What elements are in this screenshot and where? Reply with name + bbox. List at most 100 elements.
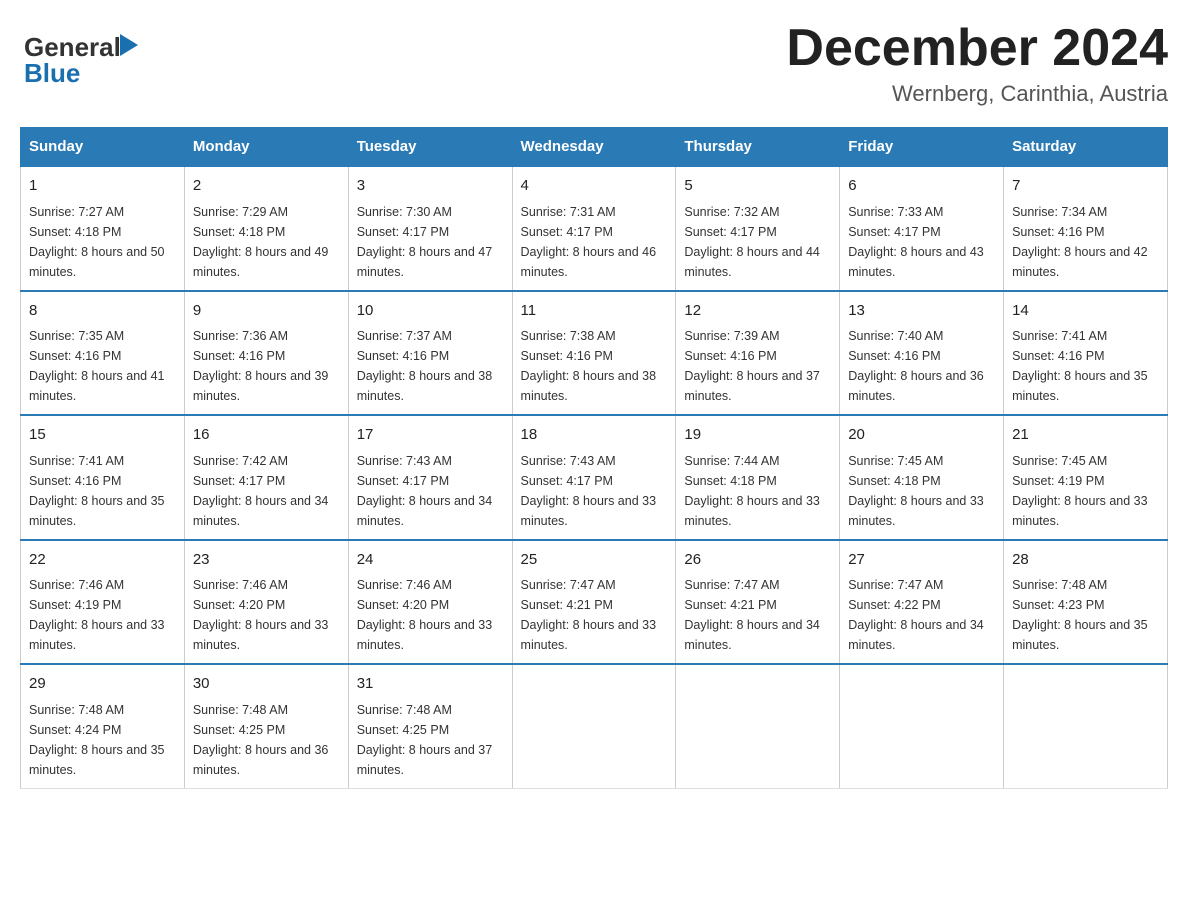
day-number: 13 xyxy=(848,300,995,323)
calendar-day-cell: 27 Sunrise: 7:47 AMSunset: 4:22 PMDaylig… xyxy=(840,540,1004,665)
day-number: 5 xyxy=(684,175,831,198)
day-info: Sunrise: 7:46 AMSunset: 4:20 PMDaylight:… xyxy=(193,578,329,652)
calendar-week-row: 29 Sunrise: 7:48 AMSunset: 4:24 PMDaylig… xyxy=(21,664,1168,788)
month-title: December 2024 xyxy=(786,20,1168,77)
day-number: 11 xyxy=(521,300,668,323)
calendar-day-cell: 28 Sunrise: 7:48 AMSunset: 4:23 PMDaylig… xyxy=(1004,540,1168,665)
calendar-day-cell: 29 Sunrise: 7:48 AMSunset: 4:24 PMDaylig… xyxy=(21,664,185,788)
day-number: 19 xyxy=(684,424,831,447)
calendar-table: Sunday Monday Tuesday Wednesday Thursday… xyxy=(20,127,1168,789)
calendar-day-cell: 9 Sunrise: 7:36 AMSunset: 4:16 PMDayligh… xyxy=(184,291,348,416)
day-number: 7 xyxy=(1012,175,1159,198)
calendar-day-cell: 11 Sunrise: 7:38 AMSunset: 4:16 PMDaylig… xyxy=(512,291,676,416)
day-number: 20 xyxy=(848,424,995,447)
day-number: 30 xyxy=(193,673,340,696)
day-number: 2 xyxy=(193,175,340,198)
day-info: Sunrise: 7:43 AMSunset: 4:17 PMDaylight:… xyxy=(521,454,657,528)
page-header: General Blue December 2024 Wernberg, Car… xyxy=(20,20,1168,107)
day-info: Sunrise: 7:48 AMSunset: 4:25 PMDaylight:… xyxy=(193,703,329,777)
day-info: Sunrise: 7:41 AMSunset: 4:16 PMDaylight:… xyxy=(29,454,165,528)
calendar-day-cell: 23 Sunrise: 7:46 AMSunset: 4:20 PMDaylig… xyxy=(184,540,348,665)
calendar-day-cell: 30 Sunrise: 7:48 AMSunset: 4:25 PMDaylig… xyxy=(184,664,348,788)
day-info: Sunrise: 7:46 AMSunset: 4:20 PMDaylight:… xyxy=(357,578,493,652)
calendar-body: 1 Sunrise: 7:27 AMSunset: 4:18 PMDayligh… xyxy=(21,166,1168,788)
day-info: Sunrise: 7:47 AMSunset: 4:22 PMDaylight:… xyxy=(848,578,984,652)
calendar-day-cell: 6 Sunrise: 7:33 AMSunset: 4:17 PMDayligh… xyxy=(840,166,1004,291)
calendar-day-cell: 26 Sunrise: 7:47 AMSunset: 4:21 PMDaylig… xyxy=(676,540,840,665)
day-number: 8 xyxy=(29,300,176,323)
day-info: Sunrise: 7:38 AMSunset: 4:16 PMDaylight:… xyxy=(521,329,657,403)
calendar-header: Sunday Monday Tuesday Wednesday Thursday… xyxy=(21,128,1168,167)
day-number: 6 xyxy=(848,175,995,198)
day-number: 14 xyxy=(1012,300,1159,323)
day-info: Sunrise: 7:43 AMSunset: 4:17 PMDaylight:… xyxy=(357,454,493,528)
calendar-day-cell xyxy=(1004,664,1168,788)
day-header-row: Sunday Monday Tuesday Wednesday Thursday… xyxy=(21,128,1168,167)
calendar-day-cell xyxy=(512,664,676,788)
header-monday: Monday xyxy=(184,128,348,167)
day-info: Sunrise: 7:47 AMSunset: 4:21 PMDaylight:… xyxy=(521,578,657,652)
calendar-day-cell: 22 Sunrise: 7:46 AMSunset: 4:19 PMDaylig… xyxy=(21,540,185,665)
calendar-day-cell: 8 Sunrise: 7:35 AMSunset: 4:16 PMDayligh… xyxy=(21,291,185,416)
calendar-day-cell: 12 Sunrise: 7:39 AMSunset: 4:16 PMDaylig… xyxy=(676,291,840,416)
day-number: 26 xyxy=(684,549,831,572)
calendar-day-cell: 7 Sunrise: 7:34 AMSunset: 4:16 PMDayligh… xyxy=(1004,166,1168,291)
day-info: Sunrise: 7:45 AMSunset: 4:18 PMDaylight:… xyxy=(848,454,984,528)
logo-svg: General Blue xyxy=(20,20,150,90)
calendar-day-cell: 1 Sunrise: 7:27 AMSunset: 4:18 PMDayligh… xyxy=(21,166,185,291)
day-info: Sunrise: 7:47 AMSunset: 4:21 PMDaylight:… xyxy=(684,578,820,652)
calendar-day-cell: 16 Sunrise: 7:42 AMSunset: 4:17 PMDaylig… xyxy=(184,415,348,540)
calendar-day-cell: 17 Sunrise: 7:43 AMSunset: 4:17 PMDaylig… xyxy=(348,415,512,540)
day-info: Sunrise: 7:48 AMSunset: 4:23 PMDaylight:… xyxy=(1012,578,1148,652)
day-info: Sunrise: 7:42 AMSunset: 4:17 PMDaylight:… xyxy=(193,454,329,528)
day-number: 15 xyxy=(29,424,176,447)
header-wednesday: Wednesday xyxy=(512,128,676,167)
day-info: Sunrise: 7:36 AMSunset: 4:16 PMDaylight:… xyxy=(193,329,329,403)
day-number: 1 xyxy=(29,175,176,198)
day-number: 10 xyxy=(357,300,504,323)
day-info: Sunrise: 7:29 AMSunset: 4:18 PMDaylight:… xyxy=(193,205,329,279)
header-friday: Friday xyxy=(840,128,1004,167)
day-number: 27 xyxy=(848,549,995,572)
title-block: December 2024 Wernberg, Carinthia, Austr… xyxy=(786,20,1168,107)
location-title: Wernberg, Carinthia, Austria xyxy=(786,81,1168,107)
calendar-week-row: 22 Sunrise: 7:46 AMSunset: 4:19 PMDaylig… xyxy=(21,540,1168,665)
calendar-day-cell xyxy=(840,664,1004,788)
day-info: Sunrise: 7:31 AMSunset: 4:17 PMDaylight:… xyxy=(521,205,657,279)
calendar-day-cell: 14 Sunrise: 7:41 AMSunset: 4:16 PMDaylig… xyxy=(1004,291,1168,416)
day-info: Sunrise: 7:37 AMSunset: 4:16 PMDaylight:… xyxy=(357,329,493,403)
day-number: 29 xyxy=(29,673,176,696)
day-number: 22 xyxy=(29,549,176,572)
calendar-week-row: 8 Sunrise: 7:35 AMSunset: 4:16 PMDayligh… xyxy=(21,291,1168,416)
svg-text:Blue: Blue xyxy=(24,58,80,88)
day-info: Sunrise: 7:35 AMSunset: 4:16 PMDaylight:… xyxy=(29,329,165,403)
day-number: 31 xyxy=(357,673,504,696)
calendar-day-cell: 10 Sunrise: 7:37 AMSunset: 4:16 PMDaylig… xyxy=(348,291,512,416)
header-tuesday: Tuesday xyxy=(348,128,512,167)
calendar-week-row: 15 Sunrise: 7:41 AMSunset: 4:16 PMDaylig… xyxy=(21,415,1168,540)
header-sunday: Sunday xyxy=(21,128,185,167)
calendar-day-cell: 18 Sunrise: 7:43 AMSunset: 4:17 PMDaylig… xyxy=(512,415,676,540)
calendar-day-cell: 13 Sunrise: 7:40 AMSunset: 4:16 PMDaylig… xyxy=(840,291,1004,416)
day-number: 21 xyxy=(1012,424,1159,447)
day-number: 3 xyxy=(357,175,504,198)
calendar-day-cell: 2 Sunrise: 7:29 AMSunset: 4:18 PMDayligh… xyxy=(184,166,348,291)
header-saturday: Saturday xyxy=(1004,128,1168,167)
calendar-day-cell: 25 Sunrise: 7:47 AMSunset: 4:21 PMDaylig… xyxy=(512,540,676,665)
calendar-day-cell: 3 Sunrise: 7:30 AMSunset: 4:17 PMDayligh… xyxy=(348,166,512,291)
calendar-day-cell: 5 Sunrise: 7:32 AMSunset: 4:17 PMDayligh… xyxy=(676,166,840,291)
day-info: Sunrise: 7:48 AMSunset: 4:24 PMDaylight:… xyxy=(29,703,165,777)
day-number: 18 xyxy=(521,424,668,447)
day-number: 25 xyxy=(521,549,668,572)
day-info: Sunrise: 7:40 AMSunset: 4:16 PMDaylight:… xyxy=(848,329,984,403)
calendar-day-cell: 20 Sunrise: 7:45 AMSunset: 4:18 PMDaylig… xyxy=(840,415,1004,540)
day-info: Sunrise: 7:30 AMSunset: 4:17 PMDaylight:… xyxy=(357,205,493,279)
calendar-week-row: 1 Sunrise: 7:27 AMSunset: 4:18 PMDayligh… xyxy=(21,166,1168,291)
day-number: 12 xyxy=(684,300,831,323)
day-info: Sunrise: 7:32 AMSunset: 4:17 PMDaylight:… xyxy=(684,205,820,279)
day-number: 4 xyxy=(521,175,668,198)
header-thursday: Thursday xyxy=(676,128,840,167)
day-number: 23 xyxy=(193,549,340,572)
calendar-day-cell: 15 Sunrise: 7:41 AMSunset: 4:16 PMDaylig… xyxy=(21,415,185,540)
calendar-day-cell: 24 Sunrise: 7:46 AMSunset: 4:20 PMDaylig… xyxy=(348,540,512,665)
